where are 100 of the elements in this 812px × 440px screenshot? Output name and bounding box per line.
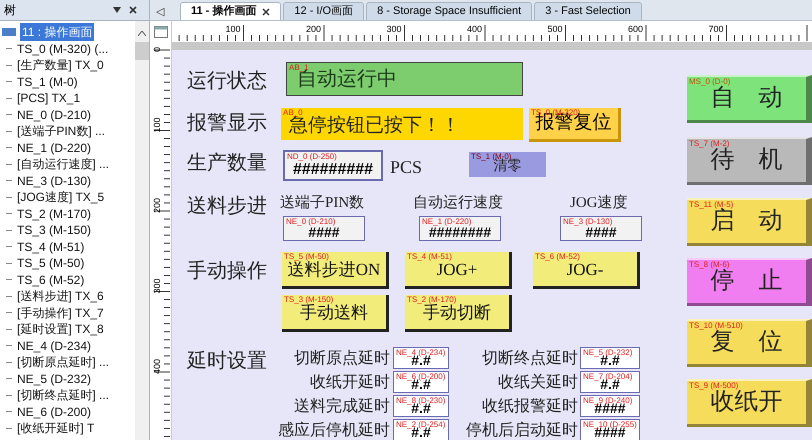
object-tag: NE_1 (D-220) bbox=[422, 217, 472, 226]
label: 报警显示 bbox=[187, 111, 267, 136]
object-tag: TS_6 (M-52) bbox=[535, 252, 580, 261]
number-field[interactable]: #.# NE_8 (D-230) bbox=[393, 395, 449, 417]
tree-item[interactable]: NE_4 (D-234) bbox=[17, 336, 92, 355]
push-button[interactable]: 停 止 TS_8 (M-6) bbox=[687, 258, 812, 306]
label: 延时设置 bbox=[187, 349, 267, 374]
alarm-display: 急停按钮已按下！！ AB_0 bbox=[281, 108, 523, 140]
tree-item[interactable]: TS_2 (M-170) bbox=[17, 204, 92, 223]
label: JOG速度 bbox=[570, 193, 628, 213]
tree-item[interactable]: [切断终点延时] ... bbox=[17, 386, 110, 404]
number-field[interactable]: #.# NE_2 (D-254) bbox=[393, 419, 449, 440]
number-field[interactable]: #.# NE_4 (D-234) bbox=[393, 347, 449, 369]
tab[interactable]: 8 - Storage Space Insufficient bbox=[366, 2, 532, 20]
label: 自动运行速度 bbox=[413, 193, 503, 213]
panel-title: 树 bbox=[4, 2, 16, 19]
object-tag: NE_0 (D-210) bbox=[286, 217, 336, 226]
tree-item[interactable]: [JOG速度] TX_5 bbox=[17, 188, 104, 206]
window-icon[interactable] bbox=[154, 26, 168, 38]
label: 收纸关延时 bbox=[498, 372, 578, 393]
push-button[interactable]: 手动送料 TS_3 (M-150) bbox=[282, 295, 389, 332]
number-field[interactable]: ######### ND_0 (D-250) bbox=[283, 150, 383, 181]
tree-item[interactable]: TS_6 (M-52) bbox=[17, 270, 84, 289]
label: 切断终点延时 bbox=[482, 348, 578, 369]
scroll-up-icon[interactable] bbox=[138, 31, 146, 36]
number-field[interactable]: ######## NE_1 (D-220) bbox=[419, 216, 501, 241]
push-button[interactable]: 启 动 TS_11 (M-5) bbox=[687, 198, 812, 246]
tree-item[interactable]: TS_1 (M-0) bbox=[17, 72, 78, 91]
tab[interactable]: 11 - 操作画面 bbox=[180, 2, 282, 20]
label: PCS bbox=[390, 156, 422, 179]
tree-item[interactable]: [收纸开延时] T bbox=[17, 419, 94, 438]
folder-icon bbox=[2, 28, 16, 36]
object-tag: TS_10 (M-510) bbox=[689, 321, 743, 330]
push-button[interactable]: 自 动 MS_0 (D-0) bbox=[687, 75, 812, 123]
tree-item[interactable]: NE_3 (D-130) bbox=[17, 172, 92, 190]
tab[interactable]: 3 - Fast Selection bbox=[534, 2, 642, 20]
object-tag: TS_9 (M-500) bbox=[689, 381, 738, 390]
number-field[interactable]: #### NE_3 (D-130) bbox=[560, 216, 642, 241]
object-tag: AB_0 bbox=[283, 108, 303, 117]
push-button[interactable]: 待 机 TS_7 (M-2) bbox=[687, 137, 812, 185]
status-display: 自动运行中 AB_1 bbox=[286, 62, 523, 96]
push-button[interactable]: 复 位 TS_10 (M-510) bbox=[687, 319, 812, 367]
tab[interactable]: 12 - I/O画面 bbox=[283, 2, 364, 20]
push-button[interactable]: JOG- TS_6 (M-52) bbox=[533, 252, 640, 289]
tree-item[interactable]: [切断原点延时] ... bbox=[17, 353, 110, 372]
number-field[interactable]: #.# NE_5 (D-232) bbox=[580, 347, 640, 369]
tree-item[interactable]: [手动操作] TX_7 bbox=[17, 304, 104, 322]
object-tag: NE_10 (D-255) bbox=[583, 420, 637, 429]
tree-item[interactable]: [生产数量] TX_0 bbox=[17, 56, 104, 74]
number-field[interactable]: #.# NE_7 (D-204) bbox=[580, 371, 640, 393]
tree-item[interactable]: TS_3 (M-150) bbox=[17, 221, 92, 240]
tree-item[interactable]: TS_5 (M-50) bbox=[17, 254, 84, 272]
tree-item[interactable]: NE_1 (D-220) bbox=[17, 138, 92, 157]
object-tag: NE_6 (D-200) bbox=[396, 372, 446, 381]
tree-item[interactable]: TS_4 (M-51) bbox=[17, 238, 84, 256]
object-tag: TS_5 (M-50) bbox=[284, 252, 329, 261]
number-field[interactable]: #### NE_10 (D-255) bbox=[580, 419, 640, 440]
object-tag: ND_0 (D-250) bbox=[287, 152, 337, 161]
object-tag: MS_0 (D-0) bbox=[689, 77, 730, 86]
tree-item[interactable]: [送端子PIN数] ... bbox=[17, 122, 106, 140]
close-icon[interactable] bbox=[262, 8, 270, 16]
object-tag: TS_1 (M-0) bbox=[471, 152, 512, 161]
dropdown-icon[interactable] bbox=[113, 7, 121, 13]
label: 送料步进 bbox=[187, 194, 267, 219]
label: 运行状态 bbox=[187, 69, 267, 94]
object-tag: TS_2 (M-170) bbox=[407, 295, 456, 304]
object-tag: NE_5 (D-232) bbox=[583, 348, 632, 357]
tree-item[interactable]: NE_0 (D-210) bbox=[17, 106, 92, 124]
scroll-left-icon[interactable]: ◁ bbox=[150, 4, 170, 20]
push-button[interactable]: 送料步进ON TS_5 (M-50) bbox=[282, 252, 389, 289]
tree-item[interactable]: 11 : 操作画面 bbox=[20, 23, 94, 42]
push-button[interactable]: 手动切断 TS_2 (M-170) bbox=[405, 295, 512, 332]
alarm-reset-button[interactable]: 报警复位 TS_0 (M-320) bbox=[529, 108, 621, 142]
number-field[interactable]: #### NE_9 (D-240) bbox=[580, 395, 640, 417]
scroll-thumb[interactable] bbox=[135, 42, 149, 60]
tree-item[interactable]: NE_5 (D-232) bbox=[17, 370, 92, 388]
object-tag: TS_4 (M-51) bbox=[407, 252, 452, 261]
label: 送端子PIN数 bbox=[280, 194, 364, 213]
tree-item[interactable]: [自动运行速度] ... bbox=[17, 155, 110, 174]
close-icon[interactable] bbox=[129, 6, 137, 14]
object-tag: NE_4 (D-234) bbox=[396, 348, 446, 357]
horizontal-ruler: 100 200 300 400 500 600 700 bbox=[172, 21, 812, 43]
tree-item[interactable]: [PCS] TX_1 bbox=[17, 89, 80, 108]
object-tag: NE_2 (D-254) bbox=[396, 420, 446, 429]
tree-item[interactable]: TS_0 (M-320) (... bbox=[17, 40, 108, 58]
label: 收纸报警延时 bbox=[482, 396, 578, 417]
object-tag: NE_7 (D-204) bbox=[583, 372, 632, 381]
object-tag: TS_8 (M-6) bbox=[689, 260, 730, 269]
object-tag: NE_8 (D-230) bbox=[396, 396, 446, 405]
tree-item[interactable]: [延时设置] TX_8 bbox=[17, 320, 104, 338]
number-field[interactable]: #### NE_0 (D-210) bbox=[283, 216, 365, 241]
tree-item[interactable]: [送料步进] TX_6 bbox=[17, 287, 104, 306]
label: 收纸开延时 bbox=[310, 372, 390, 393]
label: 感应后停机延时 bbox=[278, 420, 390, 440]
push-button[interactable]: 收纸开 TS_9 (M-500) bbox=[687, 379, 812, 427]
push-button[interactable]: JOG+ TS_4 (M-51) bbox=[405, 252, 512, 289]
label: 生产数量 bbox=[187, 151, 267, 176]
tree-item[interactable]: NE_6 (D-200) bbox=[17, 402, 92, 421]
number-field[interactable]: #.# NE_6 (D-200) bbox=[393, 371, 449, 393]
clear-button[interactable]: 清零 TS_1 (M-0) bbox=[469, 152, 546, 177]
